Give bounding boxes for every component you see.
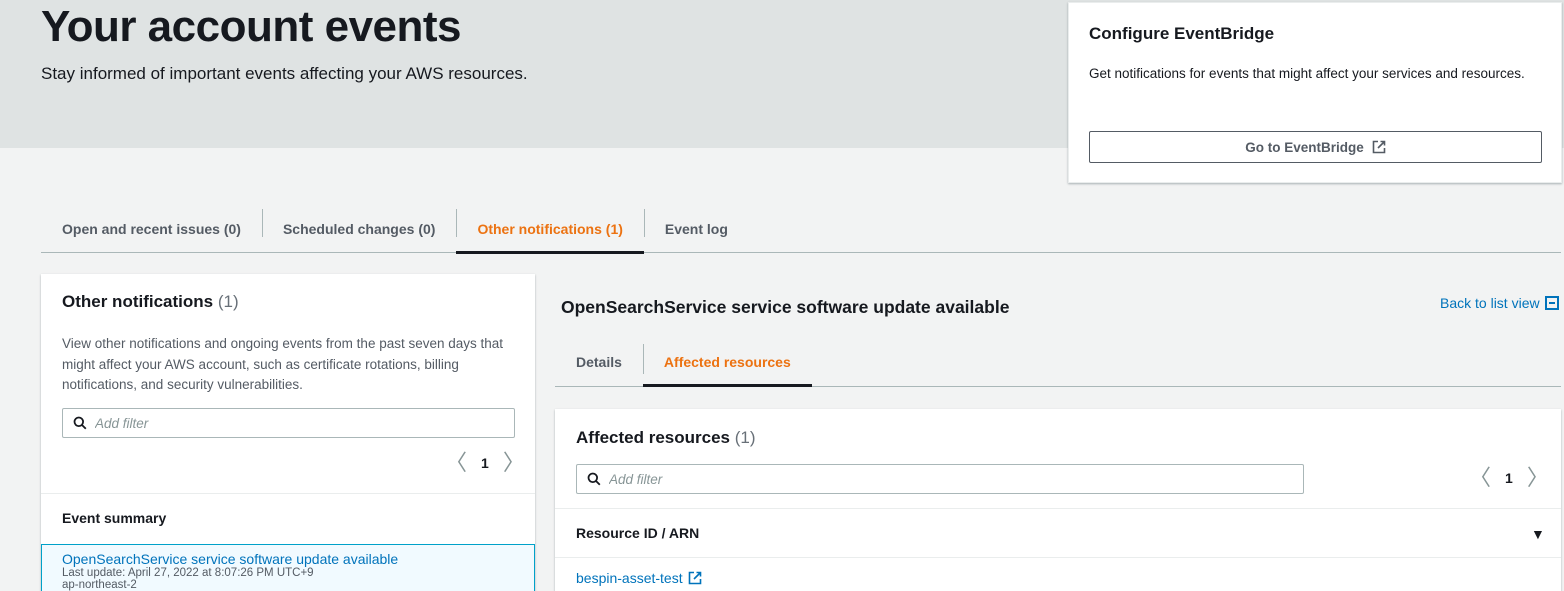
tab-event-log[interactable]: Event log	[643, 205, 749, 253]
current-page-number[interactable]: 1	[481, 455, 489, 471]
event-last-update: Last update: April 27, 2022 at 8:07:26 P…	[62, 567, 314, 579]
affected-resources-panel: Affected resources (1) 〈 1 〉 Resource ID…	[555, 409, 1561, 591]
tab-affected-resources[interactable]: Affected resources	[642, 338, 812, 387]
resource-link[interactable]: bespin-asset-test	[576, 570, 702, 586]
event-tabs: Open and recent issues (0) Scheduled cha…	[41, 205, 1561, 254]
other-notifications-description: View other notifications and ongoing eve…	[62, 336, 504, 392]
divider	[555, 508, 1561, 509]
tab-open-recent-issues[interactable]: Open and recent issues (0)	[41, 205, 262, 253]
resources-filter[interactable]	[576, 464, 1304, 494]
collapse-icon	[1544, 296, 1559, 310]
chevron-left-icon[interactable]: 〈	[445, 452, 467, 474]
tab-other-notifications[interactable]: Other notifications (1)	[456, 205, 645, 254]
notifications-pagination: 〈 1 〉	[445, 452, 525, 474]
external-link-icon	[1372, 140, 1386, 154]
other-notifications-heading: Other notifications (1)	[62, 292, 239, 312]
chevron-left-icon[interactable]: 〈	[1469, 467, 1491, 489]
go-to-eventbridge-label: Go to EventBridge	[1245, 139, 1364, 155]
divider	[555, 557, 1561, 558]
event-summary-header: Event summary	[62, 510, 167, 526]
tab-details[interactable]: Details	[555, 338, 643, 386]
chevron-right-icon[interactable]: 〉	[1527, 467, 1549, 489]
search-icon	[587, 472, 601, 486]
resource-id-column-header[interactable]: Resource ID / ARN	[576, 525, 699, 541]
affected-resources-title: Affected resources	[576, 428, 731, 447]
event-title-link[interactable]: OpenSearchService service software updat…	[62, 551, 514, 567]
notifications-filter[interactable]	[62, 408, 515, 438]
page-title: Your account events	[41, 2, 462, 51]
affected-resources-count: (1)	[734, 428, 756, 447]
search-icon	[73, 416, 87, 430]
resources-filter-input[interactable]	[609, 471, 1303, 487]
other-notifications-panel: Other notifications (1) View other notif…	[41, 274, 535, 591]
back-to-list-view-label: Back to list view	[1440, 295, 1540, 311]
current-page-number[interactable]: 1	[1505, 470, 1513, 486]
divider	[41, 493, 535, 494]
external-link-icon	[688, 571, 701, 585]
resource-id[interactable]: bespin-asset-test	[576, 570, 683, 586]
event-detail-title: OpenSearchService service software updat…	[561, 297, 1010, 317]
event-region: ap-northeast-2	[62, 579, 137, 591]
notifications-filter-input[interactable]	[95, 415, 514, 431]
chevron-right-icon[interactable]: 〉	[503, 452, 525, 474]
other-notifications-count: (1)	[217, 292, 239, 311]
sort-caret-icon[interactable]: ▼	[1531, 526, 1545, 542]
configure-eventbridge-description: Get notifications for events that might …	[1089, 66, 1525, 81]
detail-tabs: Details Affected resources	[555, 338, 1561, 387]
list-item[interactable]: OpenSearchService service software updat…	[41, 544, 535, 591]
configure-eventbridge-card: Configure EventBridge Get notifications …	[1068, 2, 1562, 183]
back-to-list-view-link[interactable]: Back to list view	[1440, 295, 1559, 311]
configure-eventbridge-title: Configure EventBridge	[1089, 24, 1275, 43]
resources-pagination: 〈 1 〉	[1469, 467, 1549, 489]
go-to-eventbridge-button[interactable]: Go to EventBridge	[1089, 131, 1542, 163]
other-notifications-title: Other notifications	[62, 292, 214, 311]
page-subtitle: Stay informed of important events affect…	[41, 64, 528, 83]
affected-resources-heading: Affected resources (1)	[576, 428, 756, 448]
tab-scheduled-changes[interactable]: Scheduled changes (0)	[261, 205, 456, 253]
